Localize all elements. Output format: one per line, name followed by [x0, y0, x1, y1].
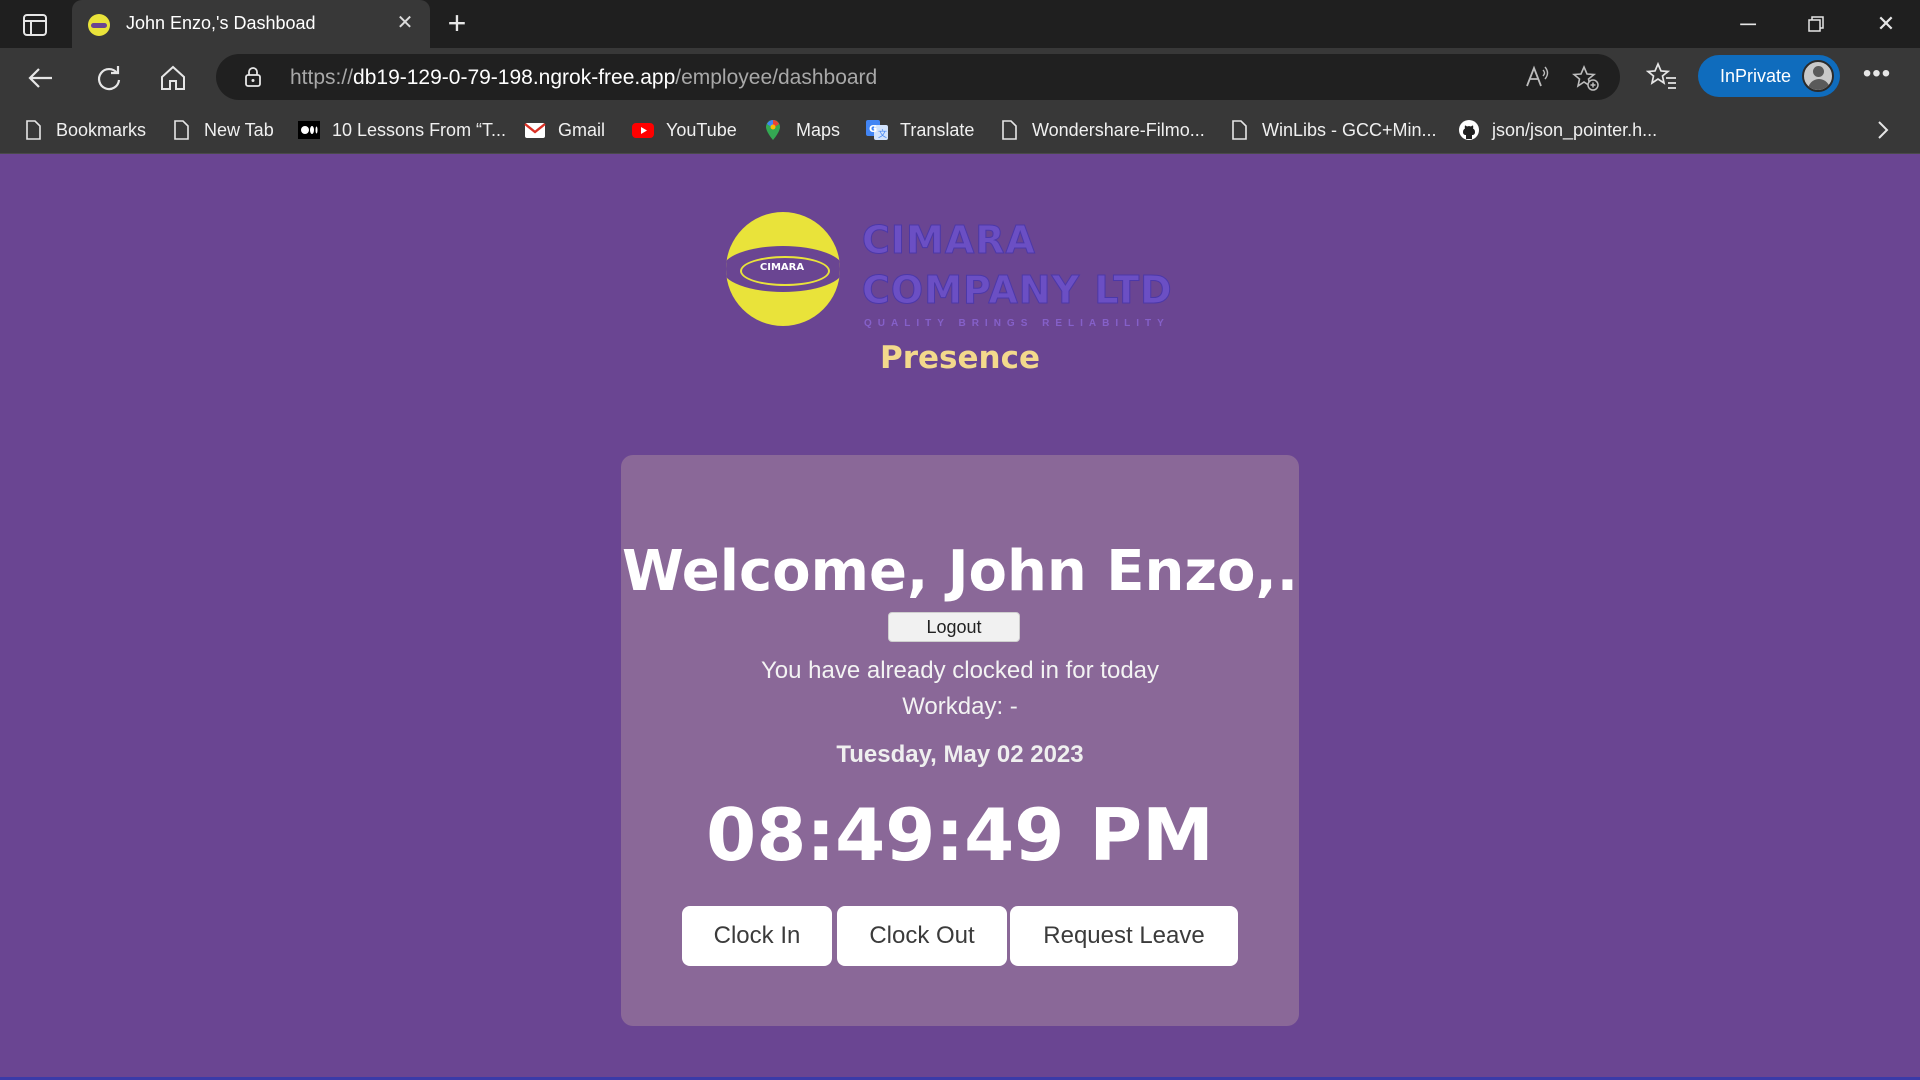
url-path: /employee/dashboard — [675, 66, 878, 89]
workday-text: Workday: - — [902, 693, 1018, 720]
close-tab-icon[interactable]: ✕ — [394, 12, 416, 34]
url-host: db19-129-0-79-198.ngrok-free.app — [353, 66, 676, 89]
page-icon — [1228, 119, 1250, 141]
restore-icon[interactable] — [1796, 10, 1836, 38]
bookmark-item-json-pointer[interactable]: json/json_pointer.h... — [1458, 106, 1657, 154]
bookmark-item-winlibs[interactable]: WinLibs - GCC+Min... — [1228, 106, 1437, 154]
current-date: Tuesday, May 02 2023 — [836, 741, 1084, 768]
emblem-text: CIMARA — [759, 262, 805, 273]
inprivate-label: InPrivate — [1720, 66, 1792, 86]
bookmark-item-youtube[interactable]: YouTube — [632, 106, 737, 154]
home-icon[interactable] — [156, 61, 190, 95]
add-favorite-star-icon[interactable] — [1571, 64, 1600, 92]
clock-status-message: You have already clocked in for today — [760, 657, 1160, 684]
dashboard-page: CIMARA CIMARA COMPANY LTD QUALITY BRINGS… — [0, 154, 1920, 1080]
youtube-icon — [632, 119, 654, 141]
bookmark-item-10-lessons[interactable]: 10 Lessons From “T... — [298, 106, 506, 154]
welcome-heading: Welcome, John Enzo,. — [622, 539, 1298, 604]
bookmark-item-new-tab[interactable]: New Tab — [170, 106, 274, 154]
brand-name-line1: CIMARA — [862, 218, 1036, 263]
bookmark-item-translate[interactable]: G文 Translate — [866, 106, 974, 154]
close-window-icon[interactable]: ✕ — [1866, 10, 1906, 38]
favorites-icon[interactable] — [1645, 60, 1678, 92]
gmail-icon — [524, 119, 546, 141]
translate-icon: G文 — [866, 119, 888, 141]
current-time: 08:49:49 PM — [706, 793, 1214, 877]
bookmark-label: Maps — [796, 119, 841, 140]
address-bar[interactable]: https://db19-129-0-79-198.ngrok-free.app… — [216, 54, 1620, 100]
bookmark-item-bookmarks[interactable]: Bookmarks — [22, 106, 146, 154]
bookmark-item-maps[interactable]: Maps — [762, 106, 840, 154]
chevron-right-icon[interactable] — [1870, 118, 1894, 142]
bookmark-label: 10 Lessons From “T... — [332, 119, 507, 140]
brand-tagline: QUALITY BRINGS RELIABILITY — [864, 318, 1170, 329]
url-text[interactable]: https://db19-129-0-79-198.ngrok-free.app… — [290, 66, 877, 90]
back-arrow-icon[interactable] — [24, 61, 58, 95]
brand-name-line2: COMPANY LTD — [862, 268, 1173, 313]
svg-text:文: 文 — [878, 128, 887, 140]
bookmark-label: Wondershare-Filmo... — [1032, 119, 1205, 140]
cimara-favicon-icon — [88, 14, 110, 36]
tab-actions-icon[interactable] — [18, 12, 52, 38]
medium-icon — [298, 119, 320, 141]
bookmark-label: json/json_pointer.h... — [1492, 119, 1658, 140]
bookmark-label: Gmail — [558, 119, 606, 140]
page-icon — [998, 119, 1020, 141]
bookmark-label: YouTube — [666, 119, 737, 140]
bookmark-label: WinLibs - GCC+Min... — [1262, 119, 1437, 140]
more-options-icon[interactable]: ••• — [1860, 62, 1894, 92]
page-icon — [170, 119, 192, 141]
cimara-emblem-icon: CIMARA — [726, 212, 840, 326]
app-name: Presence — [880, 340, 1040, 376]
tab-strip: John Enzo,'s Dashboad ✕ + ─ ✕ — [0, 0, 1920, 48]
bookmark-item-gmail[interactable]: Gmail — [524, 106, 605, 154]
company-logo: CIMARA CIMARA COMPANY LTD QUALITY BRINGS… — [726, 212, 1196, 332]
bookmark-label: New Tab — [204, 119, 274, 140]
lock-icon[interactable] — [242, 66, 264, 88]
url-prefix: https:// — [290, 66, 354, 89]
bookmark-label: Translate — [900, 119, 975, 140]
clock-in-button[interactable]: Clock In — [682, 906, 832, 966]
github-icon — [1458, 119, 1480, 141]
refresh-icon[interactable] — [92, 61, 126, 95]
bookmark-item-wondershare[interactable]: Wondershare-Filmo... — [998, 106, 1205, 154]
bookmarks-bar: Bookmarks New Tab 10 Lessons From “T... … — [0, 106, 1920, 154]
avatar-icon — [1802, 60, 1834, 92]
inprivate-profile-button[interactable]: InPrivate — [1698, 55, 1840, 97]
svg-text:G: G — [869, 124, 877, 135]
logout-button[interactable]: Logout — [888, 612, 1020, 642]
tab-title: John Enzo,'s Dashboad — [126, 13, 316, 33]
read-aloud-icon[interactable] — [1524, 64, 1550, 90]
new-tab-plus-icon[interactable]: + — [440, 7, 474, 40]
page-icon — [22, 119, 44, 141]
request-leave-button[interactable]: Request Leave — [1010, 906, 1238, 966]
minimize-icon[interactable]: ─ — [1728, 10, 1768, 38]
clock-out-button[interactable]: Clock Out — [837, 906, 1007, 966]
maps-pin-icon — [762, 119, 784, 141]
active-tab[interactable]: John Enzo,'s Dashboad ✕ — [72, 0, 430, 48]
bookmark-label: Bookmarks — [56, 119, 147, 140]
attendance-card: Welcome, John Enzo,. Logout You have alr… — [621, 455, 1299, 1026]
navigation-bar: https://db19-129-0-79-198.ngrok-free.app… — [0, 48, 1920, 106]
